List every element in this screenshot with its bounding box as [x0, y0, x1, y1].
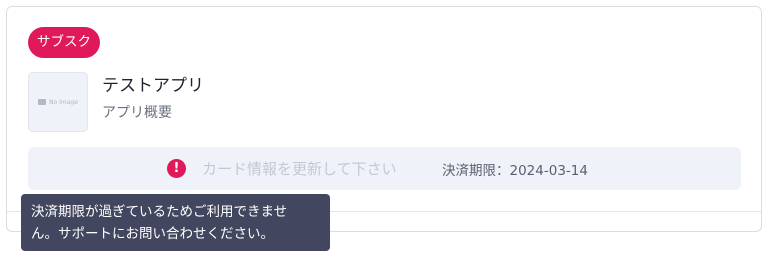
subscription-badge: サブスク	[28, 27, 100, 58]
tooltip-line-1: 決済期限が過ぎているためご利用できませ	[31, 204, 288, 220]
exclamation-icon: !	[167, 159, 186, 178]
payment-expiry: 決済期限：2024-03-14	[442, 163, 588, 179]
app-description: アプリ概要	[102, 105, 172, 121]
update-card-message: カード情報を更新して下さい	[202, 160, 397, 178]
payment-notice: ! カード情報を更新して下さい 決済期限：2024-03-14	[28, 147, 741, 190]
app-title: テストアプリ	[102, 76, 204, 96]
tooltip-line-2: ん。サポートにお問い合わせください。	[31, 226, 274, 242]
image-icon	[38, 99, 47, 105]
app-thumbnail: No Image	[28, 72, 88, 132]
expired-tooltip: 決済期限が過ぎているためご利用できませ ん。サポートにお問い合わせください。	[21, 194, 330, 251]
no-image-label: No Image	[49, 98, 78, 106]
